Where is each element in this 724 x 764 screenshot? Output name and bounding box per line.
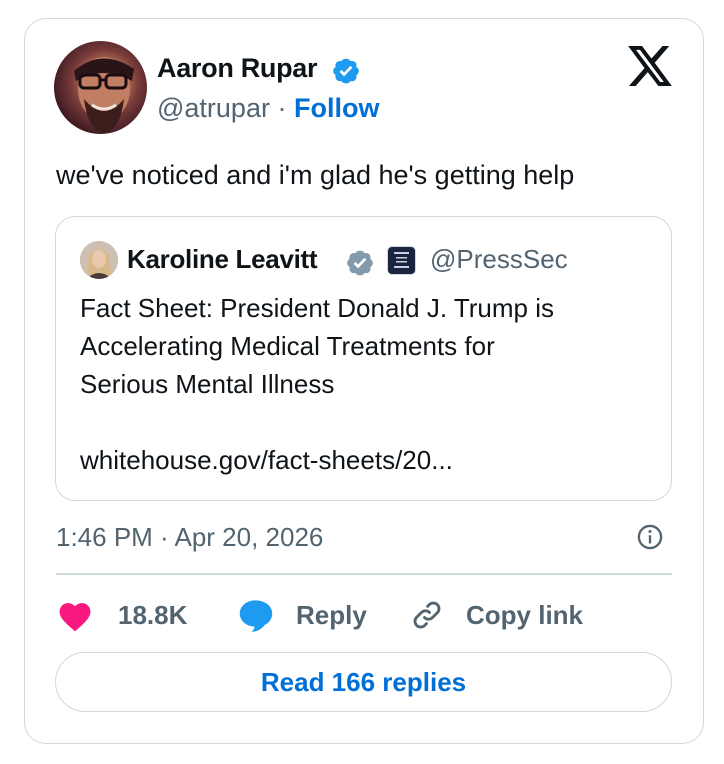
follow-button[interactable]: Follow — [294, 93, 379, 123]
link-icon — [413, 601, 441, 629]
verified-badge-icon — [333, 58, 359, 84]
verified-badge-icon — [347, 250, 373, 276]
quoted-text-line: Fact Sheet: President Donald J. Trump is — [80, 293, 554, 323]
quoted-author-name[interactable]: Karoline Leavitt — [127, 242, 318, 276]
quoted-text-spacer — [80, 403, 650, 441]
author-handle[interactable]: @atrupar — [157, 93, 270, 123]
speech-bubble-icon — [239, 600, 273, 632]
quoted-text-line: Accelerating Medical Treatments for — [80, 331, 495, 361]
info-icon[interactable] — [636, 523, 664, 551]
quoted-tweet-text: Fact Sheet: President Donald J. Trump is… — [80, 289, 650, 479]
like-button[interactable]: 18.8K — [56, 597, 187, 633]
divider — [56, 573, 672, 575]
handle-separator: · — [277, 93, 287, 123]
x-logo-icon[interactable] — [628, 46, 672, 86]
like-count: 18.8K — [118, 599, 188, 630]
quoted-author-handle[interactable]: @PressSec — [430, 242, 568, 276]
reply-label: Reply — [296, 599, 367, 630]
heart-icon — [59, 603, 91, 632]
tweet-timestamp[interactable]: 1:46 PM · Apr 20, 2026 — [56, 519, 323, 555]
read-replies-button[interactable]: Read 166 replies — [55, 652, 672, 712]
copy-link-button[interactable]: Copy link — [408, 597, 583, 633]
quoted-tweet[interactable]: Karoline Leavitt @PressSec Fact Sheet: P… — [55, 216, 672, 501]
quoted-text-line: Serious Mental Illness — [80, 369, 335, 399]
author-handle-row: @atrupar · Follow — [157, 91, 379, 125]
author-avatar[interactable] — [54, 41, 147, 134]
copy-link-label: Copy link — [466, 599, 584, 630]
affiliate-badge-icon — [387, 246, 416, 275]
reply-button[interactable]: Reply — [237, 597, 367, 633]
author-name[interactable]: Aaron Rupar — [157, 51, 318, 85]
tweet-text: we've noticed and i'm glad he's getting … — [56, 160, 575, 190]
quoted-author-avatar[interactable] — [80, 241, 118, 279]
quoted-link[interactable]: whitehouse.gov/fact-sheets/20... — [80, 441, 650, 479]
